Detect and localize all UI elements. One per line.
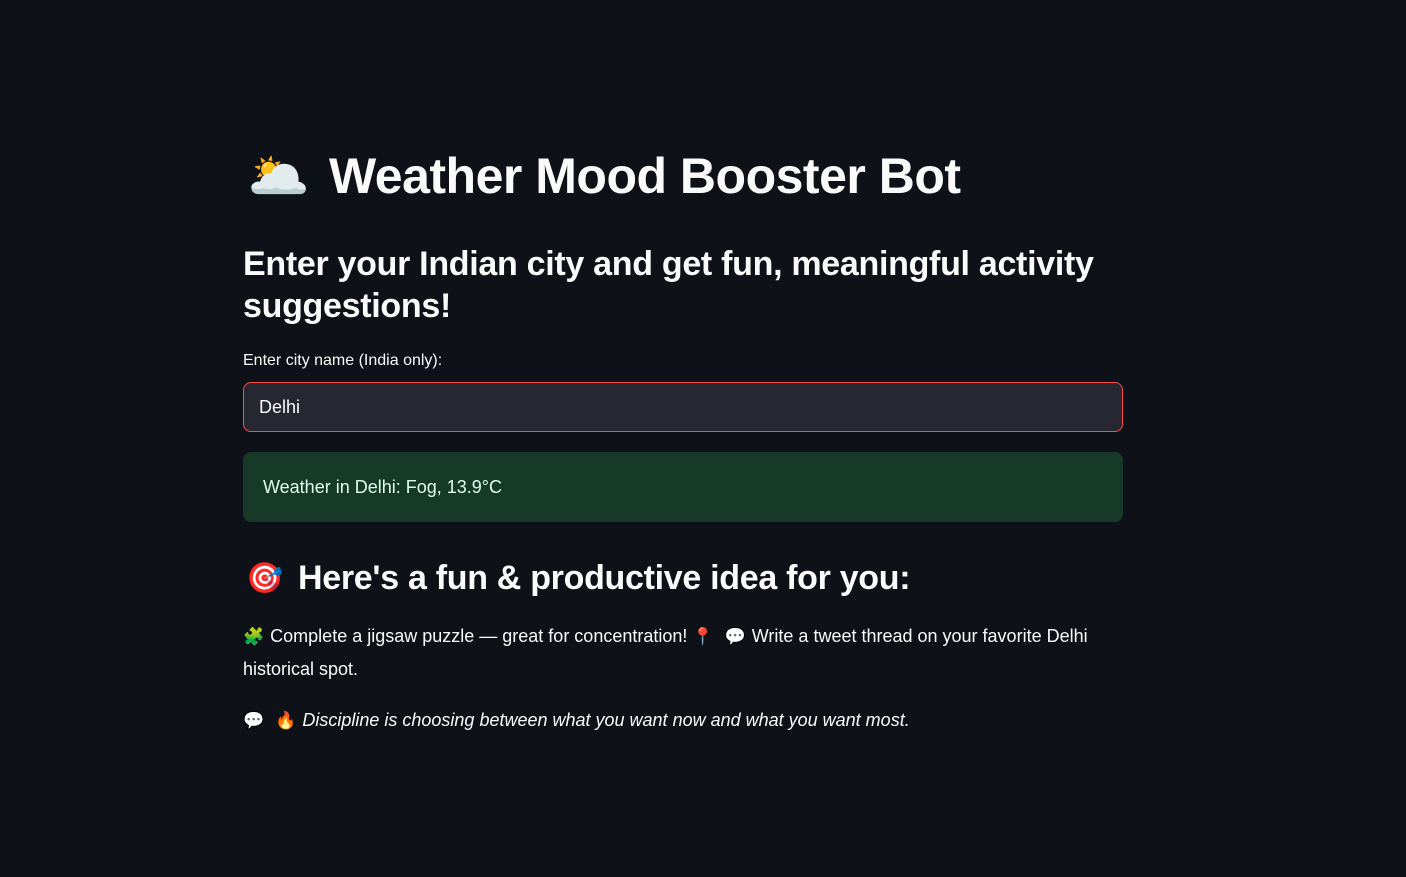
motivational-quote: 💬 🔥 Discipline is choosing between what y… (243, 704, 1123, 737)
page-title-text: Weather Mood Booster Bot (329, 148, 961, 204)
activity-suggestion: 🧩 Complete a jigsaw puzzle — great for co… (243, 620, 1103, 685)
speech-bubble-icon: 💬 (243, 711, 265, 730)
city-input-label: Enter city name (India only): (243, 352, 443, 369)
fire-icon: 🔥 (275, 711, 297, 730)
page-subtitle: Enter your Indian city and get fun, mean… (243, 245, 1094, 325)
idea-section-heading: 🎯 Here's a fun & productive idea for you… (243, 556, 910, 600)
speech-bubble-icon: 💬 (724, 627, 746, 646)
target-icon: 🎯 (246, 561, 284, 595)
suggestion-text-1: Complete a jigsaw puzzle — great for con… (270, 626, 688, 646)
pushpin-icon: 📍 (692, 627, 714, 646)
city-input[interactable] (243, 382, 1123, 432)
idea-section-heading-text: Here's a fun & productive idea for you: (298, 558, 911, 597)
page-title: 🌥️ Weather Mood Booster Bot (243, 146, 961, 206)
sun-behind-cloud-icon: 🌥️ (247, 147, 311, 204)
quote-text: Discipline is choosing between what you … (302, 710, 910, 730)
puzzle-piece-icon: 🧩 (243, 627, 265, 646)
weather-result-text: Weather in Delhi: Fog, 13.9°C (263, 476, 502, 497)
weather-result-alert: Weather in Delhi: Fog, 13.9°C (243, 452, 1123, 522)
